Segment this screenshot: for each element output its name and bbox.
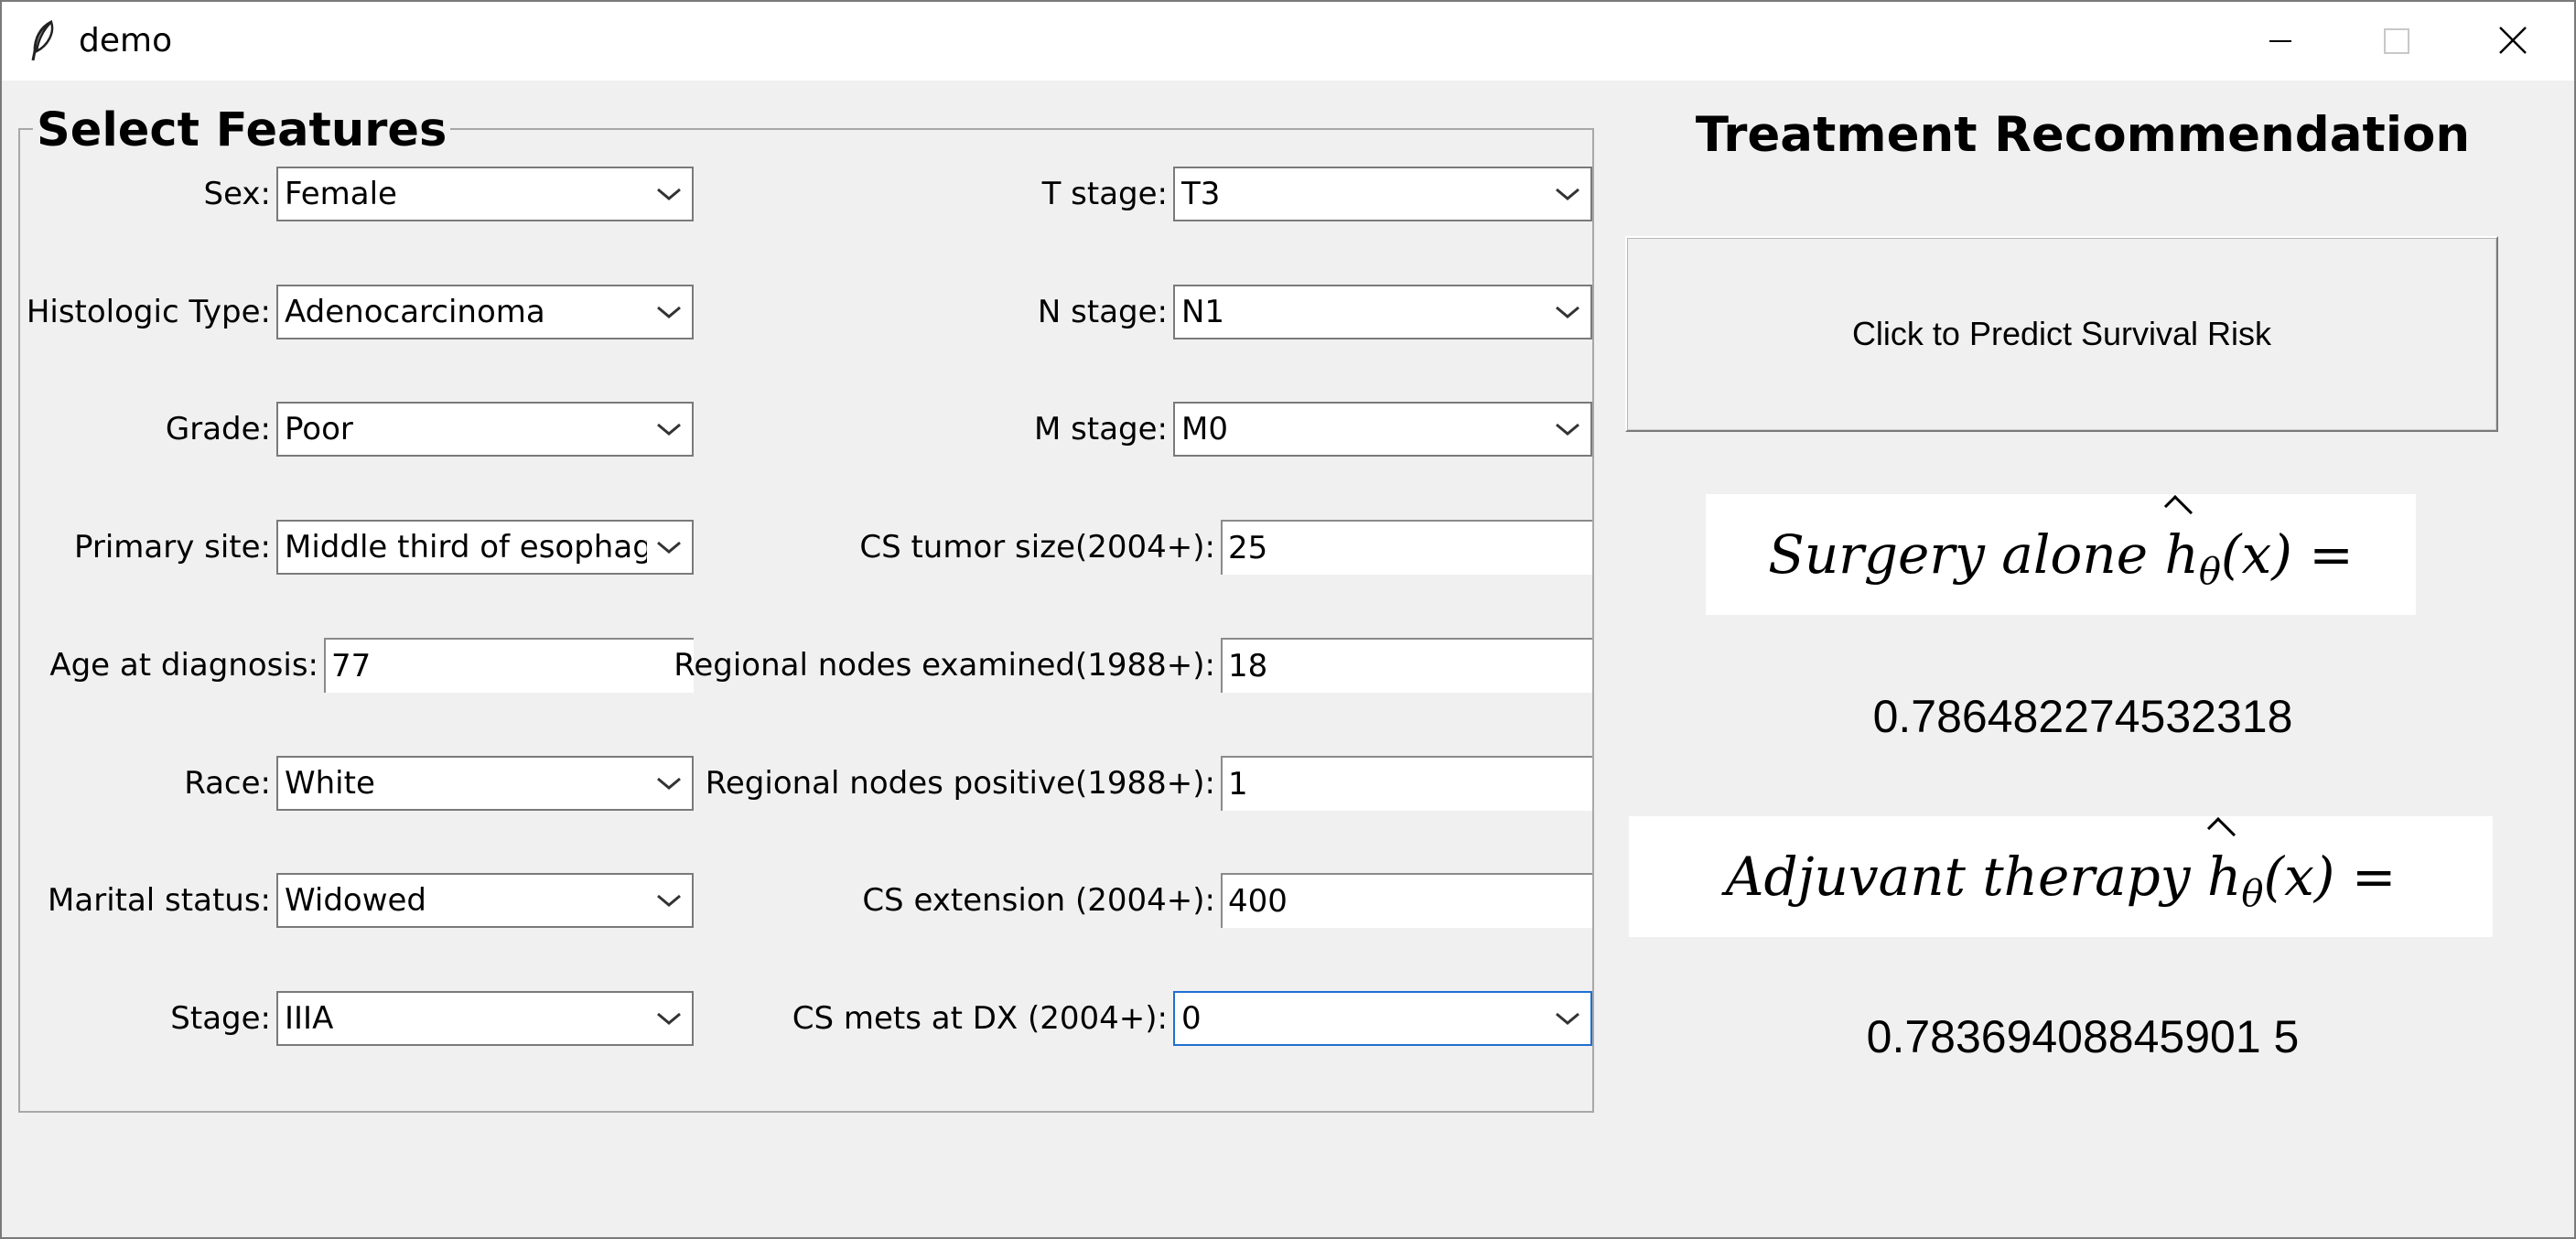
stage-value: IIIA (285, 1000, 334, 1037)
theta-subscript: θ (2198, 551, 2221, 593)
cs-mets-at-dx-2004-label: CS mets at DX (2004+): (792, 1000, 1168, 1037)
n-stage-value: N1 (1181, 294, 1225, 330)
primary-site-combobox[interactable]: Middle third of esophagus (276, 520, 694, 575)
cs-extension-2004-entry[interactable]: 400 (1221, 873, 1592, 928)
sex-value: Female (285, 176, 397, 212)
chevron-down-icon (657, 306, 681, 318)
chevron-down-icon (1556, 1012, 1579, 1025)
treatment-recommendation-title: Treatment Recommendation (1695, 107, 2471, 163)
grade-combobox[interactable]: Poor (276, 402, 694, 457)
formula-rest: (x) = (2220, 523, 2354, 586)
theta-subscript: θ (2241, 873, 2264, 915)
grade-label: Grade: (165, 411, 271, 447)
select-features-title: Select Features (33, 101, 451, 161)
title-bar: demo (2, 2, 2574, 81)
n-stage-combobox[interactable]: N1 (1173, 285, 1592, 339)
chevron-down-icon (657, 423, 681, 436)
close-icon (2499, 27, 2527, 54)
cs-extension-2004-label: CS extension (2004+): (862, 882, 1215, 919)
histologic-type-value: Adenocarcinoma (285, 294, 545, 330)
chevron-down-icon (1556, 188, 1579, 200)
m-stage-combobox[interactable]: M0 (1173, 402, 1592, 457)
cs-mets-at-dx-2004-value: 0 (1181, 1000, 1202, 1037)
chevron-down-icon (657, 777, 681, 790)
adjuvant-therapy-formula: Adjuvant therapy hθ(x) = (1629, 816, 2493, 937)
regional-nodes-examined-1988-value: 18 (1228, 648, 1268, 684)
regional-nodes-examined-1988-entry[interactable]: 18 (1221, 638, 1592, 693)
maximize-icon (2384, 28, 2409, 54)
minimize-icon (2269, 40, 2291, 42)
close-button[interactable] (2455, 2, 2571, 81)
race-combobox[interactable]: White (276, 756, 694, 811)
chevron-down-icon (1556, 423, 1579, 436)
surgery-alone-value: 0.786482274532318 (1872, 691, 2293, 742)
chevron-down-icon (657, 541, 681, 554)
app-window: demo Select Features Treatment Recommend… (0, 0, 2576, 1239)
n-stage-label: N stage: (1037, 294, 1168, 330)
stage-combobox[interactable]: IIIA (276, 991, 694, 1046)
sex-label: Sex: (203, 176, 271, 212)
cs-mets-at-dx-2004-combobox[interactable]: 0 (1173, 991, 1592, 1046)
select-features-frame (18, 128, 1594, 1113)
histologic-type-combobox[interactable]: Adenocarcinoma (276, 285, 694, 339)
primary-site-label: Primary site: (73, 529, 271, 566)
race-label: Race: (184, 765, 271, 802)
formula-rest: (x) = (2263, 846, 2397, 908)
race-value: White (285, 765, 375, 802)
chevron-down-icon (657, 188, 681, 200)
t-stage-label: T stage: (1041, 176, 1168, 212)
m-stage-value: M0 (1181, 411, 1228, 447)
minimize-button[interactable] (2223, 2, 2338, 81)
chevron-down-icon (657, 894, 681, 907)
stage-label: Stage: (170, 1000, 271, 1037)
regional-nodes-examined-1988-label: Regional nodes examined(1988+): (674, 647, 1215, 684)
cs-tumor-size-2004-label: CS tumor size(2004+): (859, 529, 1215, 566)
age-at-diagnosis-value: 77 (331, 648, 372, 684)
m-stage-label: M stage: (1034, 411, 1168, 447)
primary-site-value: Middle third of esophagus (285, 529, 647, 566)
t-stage-value: T3 (1181, 176, 1221, 212)
maximize-button[interactable] (2338, 2, 2453, 81)
marital-status-combobox[interactable]: Widowed (276, 873, 694, 928)
adjuvant-therapy-label: Adjuvant therapy (1725, 846, 2191, 908)
feather-icon (31, 20, 54, 61)
h-hat-symbol: h (2164, 494, 2198, 615)
histologic-type-label: Histologic Type: (26, 294, 271, 330)
sex-combobox[interactable]: Female (276, 167, 694, 221)
chevron-down-icon (1556, 306, 1579, 318)
predict-survival-risk-button[interactable]: Click to Predict Survival Risk (1625, 236, 2498, 432)
regional-nodes-positive-1988-label: Regional nodes positive(1988+): (705, 765, 1215, 802)
marital-status-value: Widowed (285, 882, 427, 919)
regional-nodes-positive-1988-value: 1 (1228, 766, 1248, 803)
age-at-diagnosis-label: Age at diagnosis: (49, 647, 318, 684)
cs-extension-2004-value: 400 (1228, 883, 1288, 920)
surgery-alone-formula: Surgery alone hθ(x) = (1706, 494, 2416, 615)
h-hat-symbol: h (2207, 816, 2241, 937)
grade-value: Poor (285, 411, 353, 447)
window-title: demo (79, 22, 173, 59)
t-stage-combobox[interactable]: T3 (1173, 167, 1592, 221)
cs-tumor-size-2004-value: 25 (1228, 530, 1268, 566)
cs-tumor-size-2004-entry[interactable]: 25 (1221, 520, 1592, 575)
chevron-down-icon (657, 1012, 681, 1025)
age-at-diagnosis-entry[interactable]: 77 (324, 638, 694, 693)
adjuvant-therapy-value: 0.78369408845901 5 (1866, 1011, 2300, 1062)
regional-nodes-positive-1988-entry[interactable]: 1 (1221, 756, 1592, 811)
marital-status-label: Marital status: (48, 882, 271, 919)
surgery-alone-label: Surgery alone (1768, 523, 2149, 586)
